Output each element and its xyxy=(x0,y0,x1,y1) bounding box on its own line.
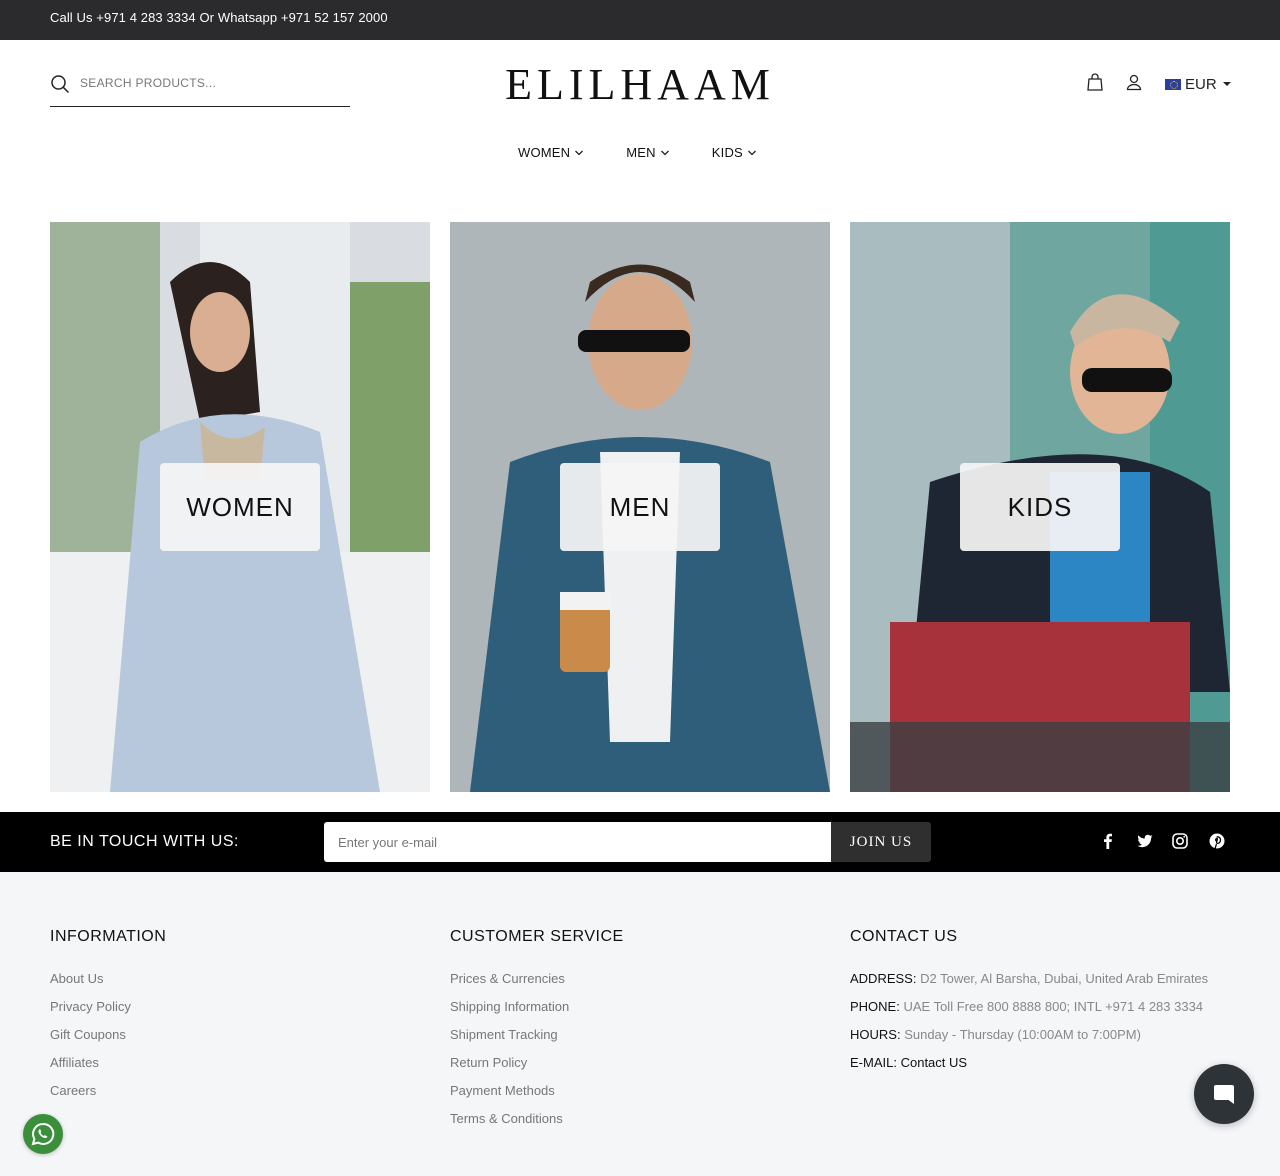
contact-us-link[interactable]: Contact US xyxy=(901,1055,967,1070)
nav-item-women[interactable]: WOMEN xyxy=(518,145,584,160)
pinterest-icon[interactable] xyxy=(1208,832,1226,850)
footer-section-title: CUSTOMER SERVICE xyxy=(450,928,624,945)
facebook-icon[interactable] xyxy=(1099,832,1117,850)
contact-address-label: ADDRESS: xyxy=(850,971,917,986)
join-us-button[interactable]: JOIN US xyxy=(831,822,931,862)
chevron-down-icon xyxy=(660,150,669,155)
footer-information: INFORMATION About Us Privacy Policy Gift… xyxy=(50,928,166,1110)
twitter-icon[interactable] xyxy=(1136,832,1154,850)
contact-email: E-MAIL: Contact US xyxy=(850,1054,1208,1082)
contact-phone-label: PHONE: xyxy=(850,999,900,1014)
top-bar: Call Us +971 4 283 3334 Or Whatsapp +971… xyxy=(0,0,1280,40)
footer-customer-service: CUSTOMER SERVICE Prices & Currencies Shi… xyxy=(450,928,624,1138)
category-label: WOMEN xyxy=(186,491,294,522)
search-input[interactable] xyxy=(80,72,340,94)
footer-contact: CONTACT US ADDRESS: D2 Tower, Al Barsha,… xyxy=(850,928,1208,1082)
footer-link-affiliates[interactable]: Affiliates xyxy=(50,1054,166,1082)
whatsapp-button[interactable] xyxy=(23,1114,63,1154)
search-bar[interactable] xyxy=(50,66,350,107)
eu-flag-icon xyxy=(1165,78,1181,90)
whatsapp-icon xyxy=(31,1122,55,1146)
contact-address: ADDRESS: D2 Tower, Al Barsha, Dubai, Uni… xyxy=(850,970,1208,998)
footer-link-terms[interactable]: Terms & Conditions xyxy=(450,1110,624,1138)
caret-down-icon xyxy=(1222,82,1231,86)
footer-link-careers[interactable]: Careers xyxy=(50,1082,166,1110)
category-tile-kids[interactable]: KIDS xyxy=(850,222,1230,792)
footer-link-privacy[interactable]: Privacy Policy xyxy=(50,998,166,1026)
main-nav: WOMEN MEN KIDS xyxy=(518,145,757,160)
footer-link-about[interactable]: About Us xyxy=(50,970,166,998)
contact-phone-text: Call Us +971 4 283 3334 Or Whatsapp +971… xyxy=(50,10,388,25)
chevron-down-icon xyxy=(575,150,584,155)
footer-link-prices[interactable]: Prices & Currencies xyxy=(450,970,624,998)
nav-item-label: KIDS xyxy=(711,145,743,160)
footer-section-title: INFORMATION xyxy=(50,928,167,945)
footer-link-shipping[interactable]: Shipping Information xyxy=(450,998,624,1026)
contact-address-value: D2 Tower, Al Barsha, Dubai, United Arab … xyxy=(920,971,1209,986)
footer-link-tracking[interactable]: Shipment Tracking xyxy=(450,1026,624,1054)
chat-button[interactable] xyxy=(1194,1064,1254,1124)
nav-item-men[interactable]: MEN xyxy=(626,145,670,160)
nav-item-label: WOMEN xyxy=(518,145,571,160)
search-icon[interactable] xyxy=(50,74,70,94)
chevron-down-icon xyxy=(747,150,756,155)
nav-item-label: MEN xyxy=(626,145,656,160)
category-label: KIDS xyxy=(1007,491,1073,522)
newsletter-email-input[interactable] xyxy=(324,822,831,862)
site-logo[interactable]: ELILHAAM xyxy=(480,60,800,110)
category-label: MEN xyxy=(609,491,671,522)
footer-link-returns[interactable]: Return Policy xyxy=(450,1054,624,1082)
category-label-box: MEN xyxy=(560,463,720,551)
currency-label: EUR xyxy=(1185,75,1217,93)
category-label-box: KIDS xyxy=(960,463,1120,551)
footer: INFORMATION About Us Privacy Policy Gift… xyxy=(0,872,1280,1176)
footer-section-title: CONTACT US xyxy=(850,928,958,945)
currency-selector[interactable]: EUR xyxy=(1165,74,1231,94)
category-tile-women[interactable]: WOMEN xyxy=(50,222,430,792)
footer-link-payment[interactable]: Payment Methods xyxy=(450,1082,624,1110)
shopping-bag-icon[interactable] xyxy=(1085,72,1105,92)
footer-link-gift-coupons[interactable]: Gift Coupons xyxy=(50,1026,166,1054)
category-tile-men[interactable]: MEN xyxy=(450,222,830,792)
instagram-icon[interactable] xyxy=(1171,832,1189,850)
contact-hours-label: HOURS: xyxy=(850,1027,901,1042)
category-label-box: WOMEN xyxy=(160,463,320,551)
contact-phone: PHONE: UAE Toll Free 800 8888 800; INTL … xyxy=(850,998,1208,1026)
contact-hours-value: Sunday - Thursday (10:00AM to 7:00PM) xyxy=(904,1027,1141,1042)
contact-hours: HOURS: Sunday - Thursday (10:00AM to 7:0… xyxy=(850,1026,1208,1054)
contact-email-label: E-MAIL: xyxy=(850,1055,897,1070)
newsletter-bar: BE IN TOUCH WITH US: JOIN US xyxy=(0,812,1280,872)
user-icon[interactable] xyxy=(1124,72,1144,92)
nav-item-kids[interactable]: KIDS xyxy=(712,145,757,160)
chat-icon xyxy=(1214,1085,1234,1104)
contact-phone-value: UAE Toll Free 800 8888 800; INTL +971 4 … xyxy=(903,999,1204,1014)
newsletter-title: BE IN TOUCH WITH US: xyxy=(50,833,239,850)
